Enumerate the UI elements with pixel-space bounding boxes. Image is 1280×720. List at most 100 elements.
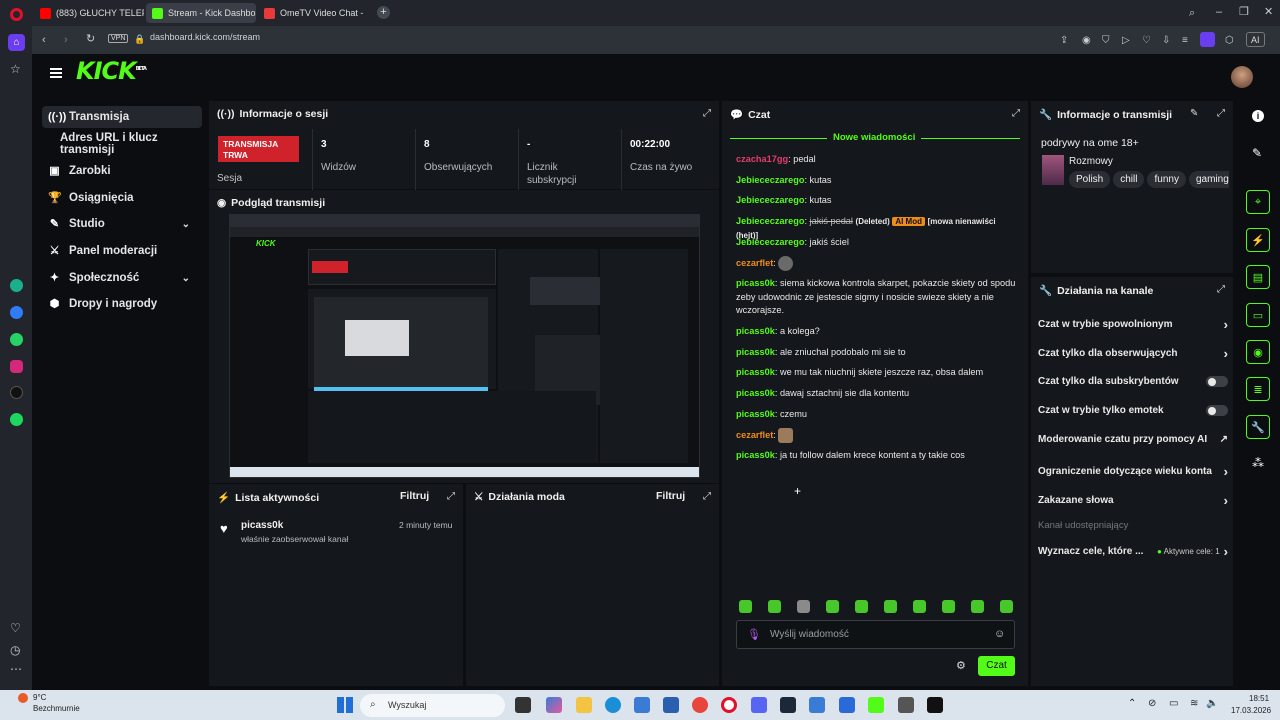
pencil-icon[interactable]: ✎ xyxy=(1252,146,1262,160)
sidebar-item-osiagniecia[interactable]: 🏆 Osiągnięcia xyxy=(42,187,202,209)
opera-taskbar-icon[interactable] xyxy=(721,697,737,713)
emote-icon[interactable] xyxy=(1000,600,1013,613)
tray-icon[interactable]: ⊘ xyxy=(1148,698,1156,709)
chat-input[interactable]: 🎙 Wyślij wiadomość ☺ xyxy=(736,620,1015,649)
channel-row-slow-mode[interactable]: Czat w trybie spowolnionym › xyxy=(1038,317,1228,332)
channel-row-ai-moderation[interactable]: Moderowanie czatu przy pomocy AI ↗ xyxy=(1038,434,1228,445)
scan-icon[interactable]: ⌖ xyxy=(1246,190,1270,214)
sidebar-item-moderacja[interactable]: ⚔ Panel moderacji xyxy=(42,240,202,262)
emote-icon[interactable] xyxy=(942,600,955,613)
emote-icon[interactable] xyxy=(855,600,868,613)
stream-preview[interactable]: KICK xyxy=(229,214,700,478)
minimize-icon[interactable]: – xyxy=(1216,7,1222,18)
channel-row-subscribers-only[interactable]: Czat tylko dla subskrybentów xyxy=(1038,376,1228,387)
tab-youtube[interactable]: (883) GŁUCHY TELEFON 2 xyxy=(34,3,144,23)
opera-logo-icon[interactable] xyxy=(10,8,23,21)
whatsapp-icon[interactable] xyxy=(10,333,23,346)
edge-icon[interactable] xyxy=(605,697,621,713)
hamburger-icon[interactable] xyxy=(50,68,62,78)
wifi-icon[interactable]: ≋ xyxy=(1190,698,1198,709)
sidebar-item-spolecznosc[interactable]: ✦ Społeczność ⌄ xyxy=(42,267,202,289)
more-icon[interactable]: ⋯ xyxy=(10,662,22,676)
tray-chevron-icon[interactable]: ⌃ xyxy=(1128,698,1136,709)
task-view-icon[interactable] xyxy=(515,697,531,713)
reload-icon[interactable]: ↻ xyxy=(86,34,95,45)
menu-icon[interactable]: ≡ xyxy=(1182,35,1188,46)
download-icon[interactable]: ⇩ xyxy=(1162,35,1170,46)
steam-icon[interactable] xyxy=(780,697,796,713)
sidebar-item-zarobki[interactable]: ▣ Zarobki xyxy=(42,160,202,182)
expand-icon[interactable]: ⤢ xyxy=(703,108,711,119)
app-icon[interactable] xyxy=(927,697,943,713)
taskbar-search[interactable]: ⌕ Wyszukaj xyxy=(360,694,505,717)
channel-row-account-age[interactable]: Ograniczenie dotyczące wieku konta › xyxy=(1038,464,1228,479)
channel-row-emote-only[interactable]: Czat w trybie tylko emotek xyxy=(1038,405,1228,416)
tray-icon[interactable]: ▭ xyxy=(1169,698,1178,709)
camera-icon[interactable]: ◉ xyxy=(1082,35,1091,46)
shield-icon[interactable]: ⛉ xyxy=(1102,35,1110,46)
store-icon[interactable] xyxy=(634,697,650,713)
toggle-switch[interactable] xyxy=(1206,405,1228,416)
sidebar-item-transmisja[interactable]: ((·)) Transmisja xyxy=(42,106,202,128)
channel-row-goals[interactable]: Wyznacz cele, które ... ● Aktywne cele: 1… xyxy=(1038,544,1228,559)
bookmark-heart-icon[interactable]: ♡ xyxy=(1142,35,1151,46)
discord-icon[interactable] xyxy=(751,697,767,713)
heart-icon[interactable]: ♡ xyxy=(10,621,21,635)
windows-start-icon[interactable] xyxy=(337,697,353,713)
wrench-icon[interactable]: 🔧 xyxy=(1246,415,1270,439)
emote-icon[interactable] xyxy=(884,600,897,613)
extensions-icon[interactable]: ⬡ xyxy=(1225,35,1234,46)
layers-icon[interactable]: ≣ xyxy=(1246,377,1270,401)
document-icon[interactable]: ▤ xyxy=(1246,265,1270,289)
tiktok-icon[interactable] xyxy=(10,386,23,399)
expand-icon[interactable]: ⤢ xyxy=(1217,108,1225,119)
emote-icon[interactable] xyxy=(797,600,810,613)
chrome-icon[interactable] xyxy=(692,697,708,713)
tab-ometv[interactable]: OmeTV Video Chat - xyxy=(258,3,370,23)
expand-icon[interactable]: ⤢ xyxy=(703,491,711,502)
kick-logo[interactable]: KICKBETA xyxy=(76,57,147,85)
messenger-icon[interactable] xyxy=(10,306,23,319)
tag[interactable]: Polish xyxy=(1069,171,1111,188)
emote-icon[interactable] xyxy=(826,600,839,613)
avatar[interactable] xyxy=(1231,66,1253,88)
weather-icon[interactable] xyxy=(18,693,28,703)
copilot-icon[interactable] xyxy=(546,697,562,713)
emote-icon[interactable] xyxy=(739,600,752,613)
app-icon[interactable] xyxy=(809,697,825,713)
edit-icon[interactable]: ✎ xyxy=(1190,108,1198,119)
tag[interactable]: gaming xyxy=(1188,171,1229,188)
new-tab-icon[interactable]: + xyxy=(377,6,390,19)
chat-icon[interactable]: ▭ xyxy=(1246,303,1270,327)
toggle-switch[interactable] xyxy=(1206,376,1228,387)
sidebar-item-studio[interactable]: ✎ Studio ⌄ xyxy=(42,213,202,235)
activity-user[interactable]: picass0k xyxy=(241,520,283,531)
expand-icon[interactable]: ⤢ xyxy=(1012,108,1020,119)
app-icon[interactable] xyxy=(839,697,855,713)
forward-icon[interactable]: › xyxy=(64,35,68,46)
star-icon[interactable]: ☆ xyxy=(10,62,21,76)
expand-icon[interactable]: ⤢ xyxy=(447,491,455,502)
emote-icon[interactable] xyxy=(913,600,926,613)
close-icon[interactable]: ✕ xyxy=(1264,7,1273,18)
info-icon[interactable]: i xyxy=(1252,110,1264,122)
chatgpt-icon[interactable] xyxy=(10,279,23,292)
channel-row-followers-only[interactable]: Czat tylko dla obserwujących › xyxy=(1038,346,1228,361)
share-icon[interactable]: ⇪ xyxy=(1060,35,1068,46)
kick-app-icon[interactable] xyxy=(868,697,884,713)
filter-button[interactable]: Filtruj xyxy=(656,490,685,502)
lightning-icon[interactable]: ⚡ xyxy=(1246,228,1270,252)
category-name[interactable]: Rozmowy xyxy=(1069,156,1113,167)
volume-icon[interactable]: 🔈 xyxy=(1206,698,1218,709)
sidebar-item-stream-key[interactable]: Adres URL i klucz transmisji xyxy=(42,132,202,156)
instagram-icon[interactable] xyxy=(10,360,23,373)
tab-kick-dashboard[interactable]: Stream - Kick Dashboard xyxy=(146,3,256,23)
url-field[interactable]: dashboard.kick.com/stream xyxy=(150,32,260,42)
history-icon[interactable]: ◷ xyxy=(10,643,20,657)
broadcast-icon[interactable]: ◉ xyxy=(1246,340,1270,364)
ai-button[interactable]: AI xyxy=(1246,32,1265,47)
sidebar-item-dropy[interactable]: ⬢ Dropy i nagrody xyxy=(42,293,202,315)
microphone-icon[interactable]: 🎙 xyxy=(747,628,761,641)
search-icon[interactable]: ⌕ xyxy=(1189,8,1195,19)
filter-button[interactable]: Filtruj xyxy=(400,490,429,502)
